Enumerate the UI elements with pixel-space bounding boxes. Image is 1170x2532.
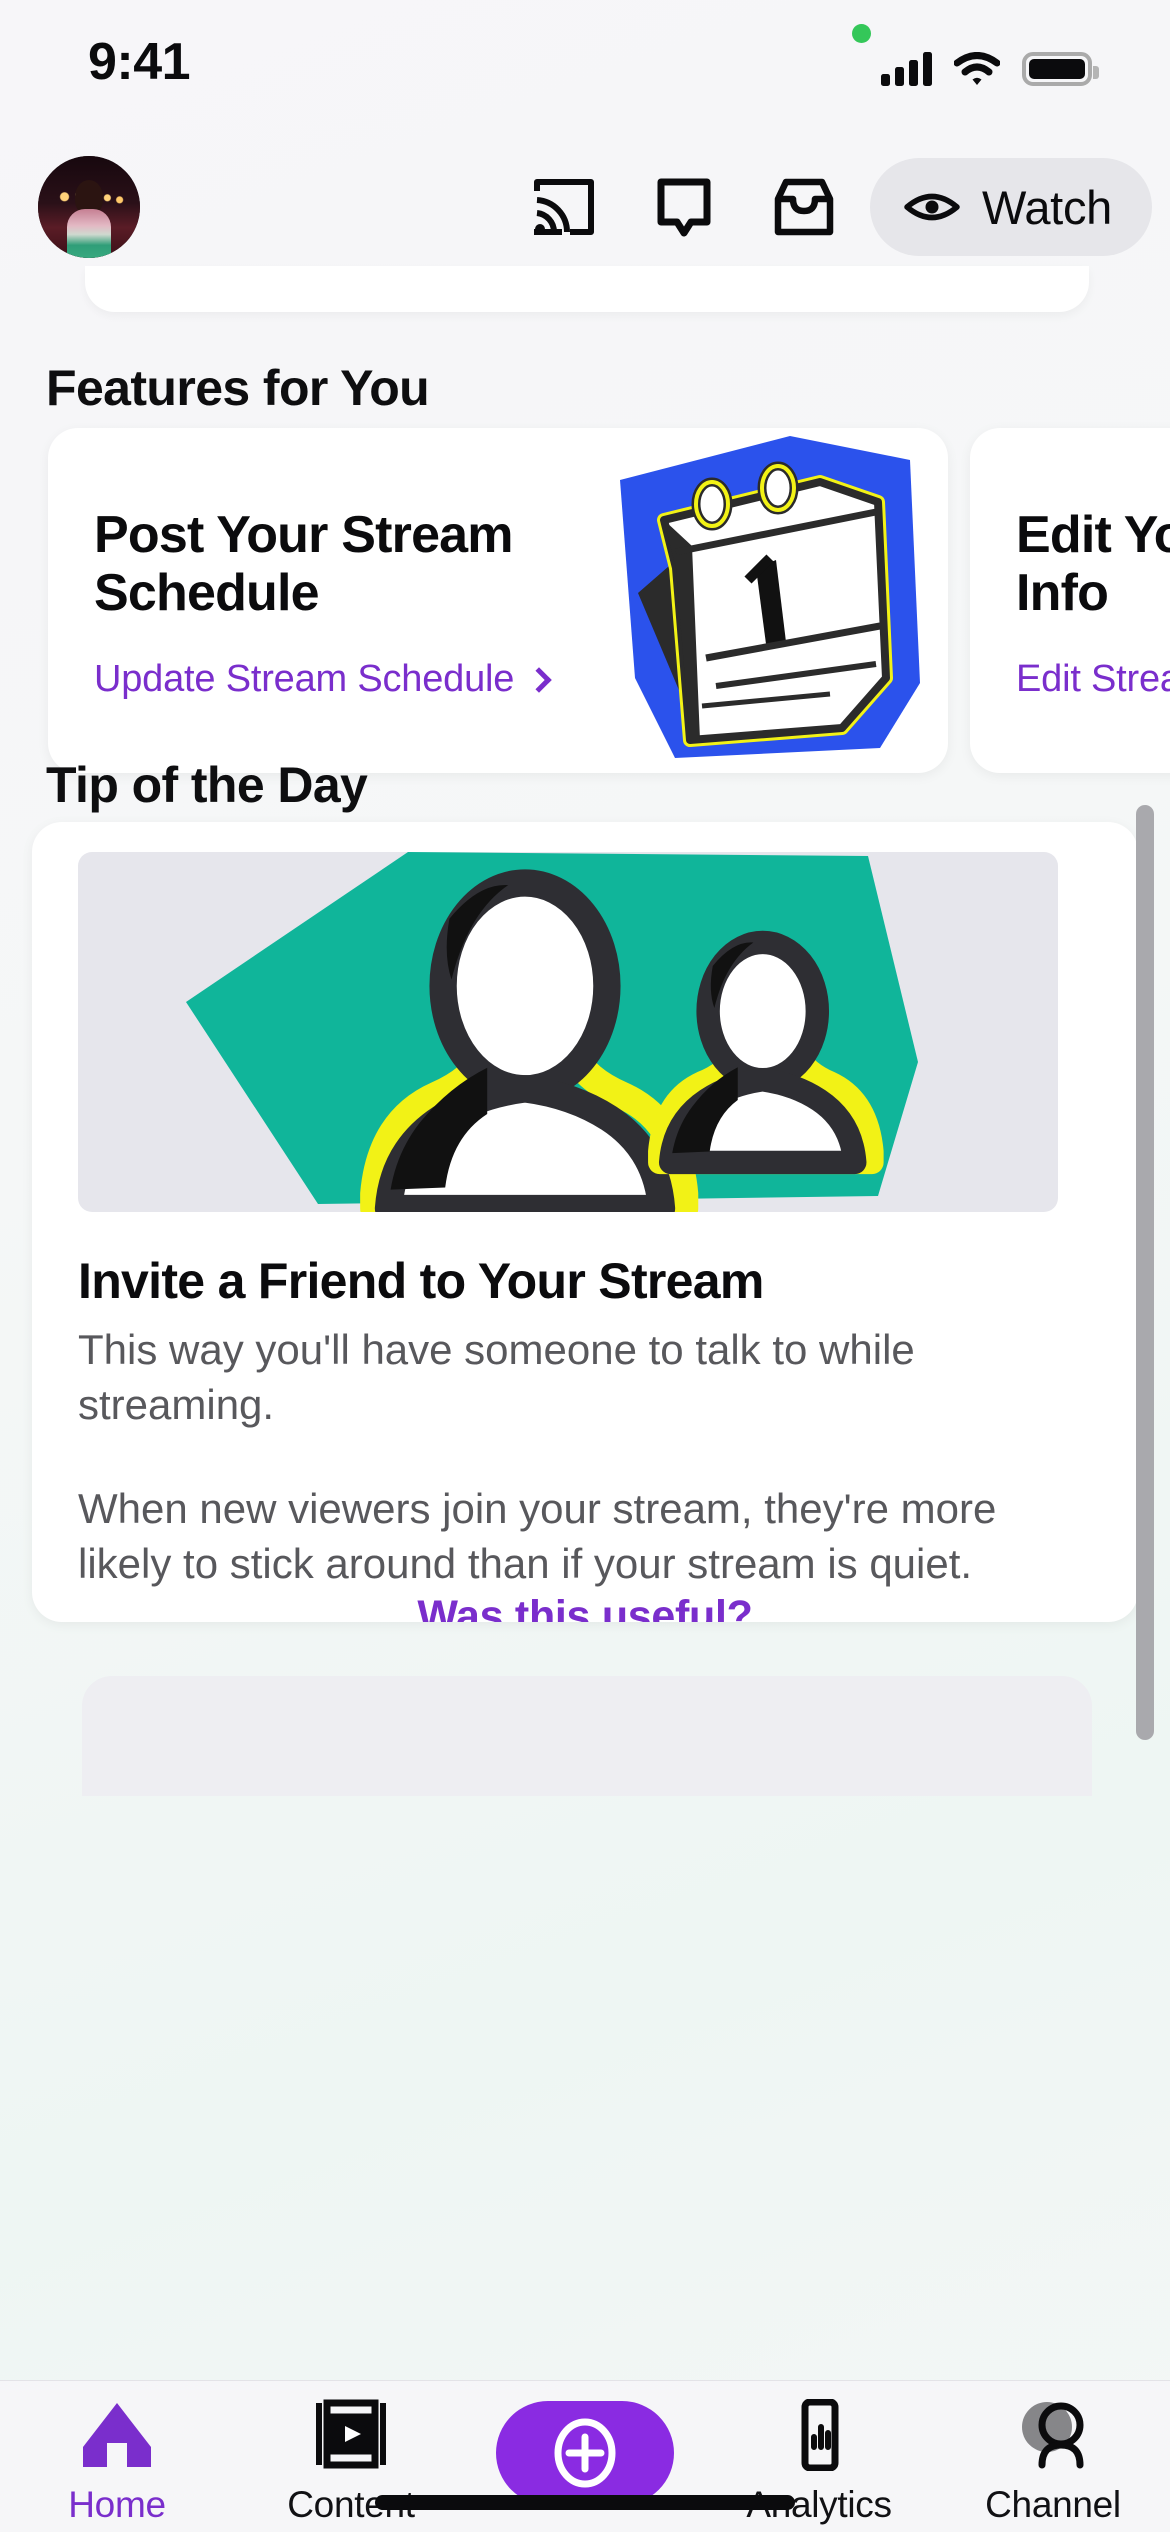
tip-card[interactable]: Invite a Friend to Your Stream This way … [32,822,1138,1622]
vertical-scrollbar[interactable] [1136,805,1154,1740]
home-indicator[interactable] [375,2495,795,2510]
scroll-content: Features for You Post Your Stream Schedu… [0,266,1170,2366]
tip-paragraph-2: When new viewers join your stream, they'… [78,1484,997,1588]
eye-icon [904,193,960,221]
person-icon [1022,2402,1084,2469]
phone-screen: 9:41 Watch Features for You Post Your St… [0,0,1170,2532]
tab-home-label: Home [68,2484,166,2525]
calendar-illustration [580,428,940,773]
watch-button[interactable]: Watch [870,158,1152,256]
feature-card-title: Edit Your Stream Info [1016,506,1170,623]
chevron-right-icon [526,667,552,693]
previous-card-peek[interactable] [85,266,1089,312]
chat-icon[interactable] [624,148,744,266]
feature-card-title: Post Your Stream Schedule [94,506,514,623]
feature-card-link[interactable]: Edit Stream Info [1016,658,1170,701]
tab-channel[interactable]: Channel [946,2399,1160,2526]
feature-card-link-label: Update Stream Schedule [94,658,515,701]
two-people-illustration [78,852,1058,1212]
top-nav-bar: Watch [0,148,1170,266]
feature-card-stream-info[interactable]: Edit Your Stream Info Edit Stream Info [970,428,1170,773]
feature-card-link-label: Edit Stream Info [1016,658,1170,701]
home-icon [83,2403,151,2467]
create-button[interactable] [496,2401,674,2505]
tip-section-title: Tip of the Day [46,757,368,813]
film-strip-icon [316,2399,386,2469]
next-card-peek[interactable] [82,1676,1092,1796]
tip-body: This way you'll have someone to talk to … [78,1322,1088,1592]
green-dot-icon [852,24,871,43]
tab-home[interactable]: Home [10,2399,224,2526]
tip-feedback-link[interactable]: Was this useful? [32,1592,1138,1622]
wifi-icon [954,52,1000,85]
top-nav-actions: Watch [0,148,1170,266]
plus-circle-icon [554,2418,616,2488]
phone-chart-icon [801,2399,839,2471]
feature-card-schedule[interactable]: Post Your Stream Schedule Update Stream … [48,428,948,773]
feature-card-link[interactable]: Update Stream Schedule [94,658,594,701]
watch-button-label: Watch [982,180,1112,234]
cast-icon[interactable] [504,148,624,266]
features-section-title: Features for You [46,360,430,416]
tip-title: Invite a Friend to Your Stream [78,1253,764,1309]
status-bar-time: 9:41 [88,33,191,91]
status-bar: 9:41 [0,0,1170,140]
status-bar-icons [881,52,1099,86]
tab-channel-label: Channel [985,2484,1121,2525]
inbox-icon[interactable] [744,148,864,266]
cellular-bars-icon [881,52,932,86]
features-carousel[interactable]: Post Your Stream Schedule Update Stream … [0,428,1170,773]
tip-paragraph-1: This way you'll have someone to talk to … [78,1326,915,1429]
battery-full-icon [1022,52,1099,86]
